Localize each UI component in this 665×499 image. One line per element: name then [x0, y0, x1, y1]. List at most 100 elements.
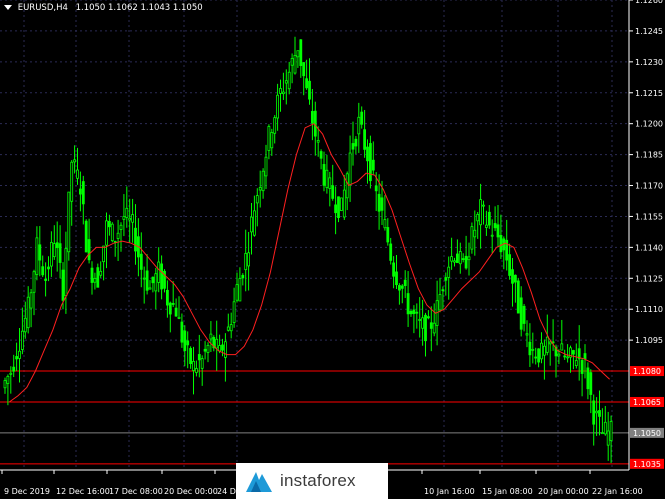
candle-body [595, 410, 598, 414]
candle-body [313, 110, 317, 137]
candle-body [339, 197, 343, 211]
candle-body [496, 224, 500, 238]
candle-body [366, 146, 369, 162]
candle-body [58, 243, 62, 263]
candle-body [455, 253, 459, 264]
candle-body [334, 204, 338, 214]
candle-body [566, 356, 569, 359]
candle-body [235, 284, 239, 301]
candle-body [609, 421, 613, 442]
candle-body [322, 164, 326, 186]
candle-body [331, 185, 335, 199]
candle-body [38, 244, 42, 261]
price-chart[interactable]: 1.1260 1.1245 1.1230 1.1215 1.1200 1.1185 1.11… [0, 0, 665, 499]
candle-body [52, 243, 56, 258]
candle-body [189, 348, 193, 365]
candle-body [514, 274, 517, 283]
candle-body [183, 330, 187, 352]
candle-body [273, 117, 277, 134]
candle-body [572, 350, 575, 355]
candle-body [386, 227, 390, 243]
candle-body [499, 235, 503, 253]
candle-body [44, 278, 47, 281]
candle-body [281, 91, 285, 95]
candle-body [484, 224, 488, 228]
candle-body [134, 227, 137, 252]
candle-body [525, 333, 529, 336]
candle-body [380, 197, 384, 211]
candle-body [400, 285, 404, 289]
candle-body [20, 330, 24, 350]
candle-body [487, 211, 491, 226]
candle-body [540, 342, 543, 360]
candle-body [438, 294, 442, 311]
candle-body [108, 220, 111, 228]
candle-body [395, 271, 398, 286]
candle-body [450, 256, 454, 262]
candle-body [516, 280, 520, 314]
candle-body [84, 220, 88, 253]
x-tick-label: 10 Jan 16:00 [424, 487, 475, 496]
candle-body [447, 266, 451, 278]
candle-body [55, 242, 59, 249]
candle-body [392, 262, 396, 277]
candle-body [548, 341, 552, 345]
watermark: instaforex [236, 463, 388, 499]
candle-body [128, 217, 132, 221]
candle-body [421, 317, 425, 329]
candle-body [296, 50, 300, 58]
candle-body [299, 39, 303, 67]
candle-body [279, 88, 282, 94]
candle-body [426, 316, 430, 319]
price-label-text: 1.1065 [633, 398, 661, 407]
candle-body [145, 270, 149, 291]
x-tick-label: 9 Dec 2019 [4, 487, 50, 496]
candle-body [250, 216, 253, 233]
candle-body [490, 234, 494, 237]
candle-body [223, 341, 227, 358]
candle-body [35, 237, 39, 275]
collapse-triangle-icon[interactable] [4, 5, 12, 10]
y-tick-label: 1.1110 [635, 305, 663, 314]
candle-body [328, 177, 332, 189]
candle-body [589, 372, 593, 395]
candle-body [67, 191, 71, 253]
candle-body [165, 289, 169, 306]
candle-body [192, 360, 195, 371]
candle-body [241, 274, 245, 279]
candle-body [406, 293, 410, 315]
candle-body [267, 126, 271, 151]
candle-body [580, 360, 584, 374]
candle-body [302, 62, 306, 77]
candle-body [142, 277, 146, 280]
candle-body [603, 421, 607, 435]
candle-body [476, 214, 480, 222]
candle-body [177, 316, 181, 319]
candle-body [258, 187, 262, 191]
candle-body [197, 354, 201, 361]
candle-body [119, 224, 123, 230]
candle-body [151, 276, 155, 284]
candle-body [200, 358, 204, 369]
candle-body [206, 344, 210, 353]
candle-body [412, 309, 416, 315]
candle-body [157, 261, 161, 283]
candle-body [148, 287, 152, 290]
candle-body [574, 360, 578, 366]
candle-body [174, 307, 178, 317]
candle-body [50, 242, 53, 267]
candle-body [3, 380, 7, 389]
candle-body [29, 292, 33, 309]
candle-body [96, 267, 100, 288]
candle-body [374, 185, 378, 192]
candle-body [583, 353, 587, 360]
candle-body [519, 297, 523, 330]
candle-body [6, 375, 10, 384]
candle-body [168, 302, 172, 315]
candle-body [403, 279, 407, 287]
candle-body [186, 340, 190, 346]
candle-body [363, 129, 367, 150]
candle-body [473, 229, 477, 238]
candle-body [15, 356, 18, 360]
candle-body [368, 143, 372, 182]
